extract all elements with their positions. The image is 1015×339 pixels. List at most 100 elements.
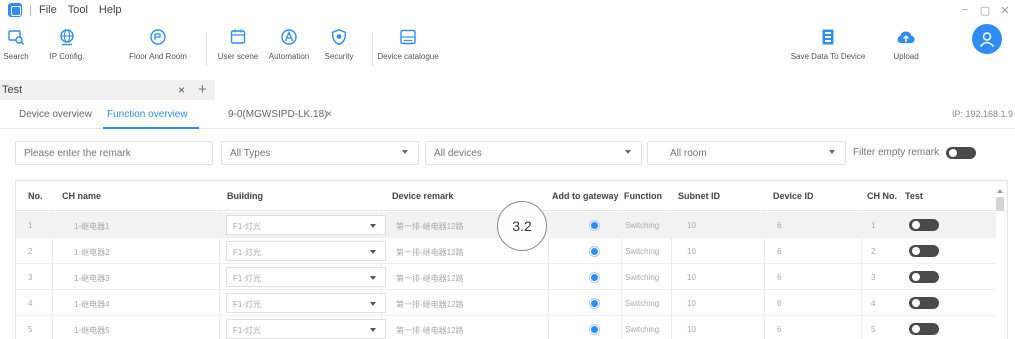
security-button[interactable]: Security	[318, 20, 360, 78]
scroll-up-icon[interactable]	[997, 189, 1003, 193]
ip-address-label: IP: 192.168.1.9	[951, 109, 1013, 119]
cell-device-remark: 第一排-继电器12路	[396, 248, 464, 257]
table-scrollbar[interactable]	[996, 189, 1004, 329]
minimize-button[interactable]: −	[955, 4, 975, 16]
filter-empty-toggle[interactable]	[946, 147, 976, 159]
test-toggle[interactable]	[909, 271, 939, 283]
menu-bar: File Tool Help − ▢ ✕	[0, 0, 1015, 20]
menu-help[interactable]: Help	[99, 4, 122, 16]
tab-device-overview[interactable]: Device overview	[19, 109, 92, 120]
building-select[interactable]: F1-灯光	[226, 293, 386, 313]
table-row[interactable]: 3 1-继电器3 F1-灯光 第一排-继电器12路 Switching 10 6…	[16, 264, 996, 290]
cell-ch-no: 1	[871, 221, 876, 230]
scene-icon	[227, 25, 249, 49]
workspace-tab[interactable]: Test ×	[0, 80, 215, 100]
type-select[interactable]: All Types	[221, 141, 419, 165]
header-building: Building	[227, 191, 263, 201]
step-callout: 3.2	[497, 201, 547, 251]
add-to-gateway-radio[interactable]	[589, 324, 600, 335]
view-tabs: Device overview Function overview 9-0(MG…	[0, 103, 1015, 129]
cell-no: 4	[28, 299, 33, 308]
cell-ch-no: 4	[871, 299, 876, 308]
building-value: F1-灯光	[233, 248, 261, 257]
save-data-button[interactable]: Save Data To Device	[790, 20, 866, 78]
menu-tool[interactable]: Tool	[68, 4, 88, 16]
cell-subnet-id: 10	[687, 273, 696, 282]
catalogue-icon	[397, 25, 419, 49]
test-toggle[interactable]	[909, 323, 939, 335]
building-select[interactable]: F1-灯光	[226, 319, 386, 339]
cell-device-remark: 第一排-继电器12路	[396, 300, 464, 309]
user-avatar-button[interactable]	[972, 24, 1002, 54]
table-row[interactable]: 4 1-继电器4 F1-灯光 第一排-继电器12路 Switching 10 6…	[16, 290, 996, 316]
ip-config-button[interactable]: IP Config.	[47, 20, 87, 78]
add-tab-button[interactable]: +	[198, 80, 207, 100]
chevron-down-icon	[370, 276, 376, 280]
save-data-label: Save Data To Device	[790, 52, 866, 61]
room-select[interactable]: All room	[647, 141, 846, 165]
cell-function: Switching	[625, 221, 660, 230]
user-icon	[979, 32, 995, 47]
test-toggle[interactable]	[909, 297, 939, 309]
building-select[interactable]: F1-灯光	[226, 267, 386, 287]
close-tab-icon[interactable]: ×	[178, 83, 185, 97]
header-function: Function	[624, 191, 662, 201]
toolbar-divider	[206, 32, 207, 66]
cell-ch-no: 3	[871, 273, 876, 282]
device-select[interactable]: All devices	[425, 141, 642, 165]
menu-file[interactable]: File	[39, 4, 57, 16]
user-scene-label: User scene	[217, 52, 259, 61]
floor-room-button[interactable]: Floor And Room	[118, 20, 198, 78]
toolbar-divider	[372, 32, 373, 66]
building-select[interactable]: F1-灯光	[226, 215, 386, 235]
cell-subnet-id: 10	[687, 221, 696, 230]
test-toggle[interactable]	[909, 219, 939, 231]
type-select-value: All Types	[230, 147, 271, 159]
globe-icon	[56, 25, 78, 49]
test-toggle[interactable]	[909, 245, 939, 257]
add-to-gateway-radio[interactable]	[589, 298, 600, 309]
tab-device-detail[interactable]: 9-0(MGWSIPD-LK.18)	[228, 109, 327, 120]
add-to-gateway-radio[interactable]	[589, 246, 600, 257]
cell-function: Switching	[625, 273, 660, 282]
cell-no: 2	[28, 247, 33, 256]
search-button[interactable]: Search	[3, 20, 29, 78]
restore-button[interactable]: ▢	[975, 4, 995, 17]
shield-icon	[328, 25, 350, 49]
filter-empty-label: Filter empty remark	[853, 147, 940, 158]
cell-device-id: 6	[777, 325, 782, 334]
add-to-gateway-radio[interactable]	[589, 272, 600, 283]
scroll-thumb[interactable]	[996, 197, 1004, 211]
cell-function: Switching	[625, 325, 660, 334]
header-subnet-id: Subnet ID	[678, 191, 720, 201]
search-label: Search	[3, 52, 29, 61]
cell-ch-name: 1-继电器3	[74, 274, 110, 283]
remark-search-input[interactable]: Please enter the remark	[15, 141, 213, 165]
cell-no: 3	[28, 273, 33, 282]
device-catalogue-button[interactable]: Device catalogue	[377, 20, 439, 78]
tab-function-overview[interactable]: Function overview	[107, 109, 188, 120]
add-to-gateway-radio[interactable]	[589, 220, 600, 231]
building-select[interactable]: F1-灯光	[226, 241, 386, 261]
cell-subnet-id: 10	[687, 247, 696, 256]
search-icon	[5, 25, 27, 49]
cell-ch-name: 1-继电器5	[74, 326, 110, 335]
workspace-tab-label: Test	[2, 84, 23, 96]
toolbar: Search IP Config. Floor And Room User sc…	[0, 20, 1015, 78]
chevron-down-icon	[402, 150, 408, 154]
close-window-button[interactable]: ✕	[995, 4, 1015, 17]
header-test: Test	[905, 191, 923, 201]
menu-divider	[30, 4, 31, 16]
cell-function: Switching	[625, 247, 660, 256]
cell-device-id: 6	[777, 247, 782, 256]
table-row[interactable]: 5 1-继电器5 F1-灯光 第一排-继电器12路 Switching 10 6…	[16, 316, 996, 339]
security-label: Security	[324, 52, 354, 61]
cell-ch-name: 1-继电器4	[74, 300, 110, 309]
building-value: F1-灯光	[233, 222, 261, 231]
automation-button[interactable]: Automation	[264, 20, 314, 78]
user-scene-button[interactable]: User scene	[216, 20, 260, 78]
upload-button[interactable]: Upload	[886, 20, 926, 78]
chevron-down-icon	[625, 150, 631, 154]
close-device-tab-icon[interactable]: ×	[326, 109, 332, 120]
cell-no: 1	[28, 221, 33, 230]
